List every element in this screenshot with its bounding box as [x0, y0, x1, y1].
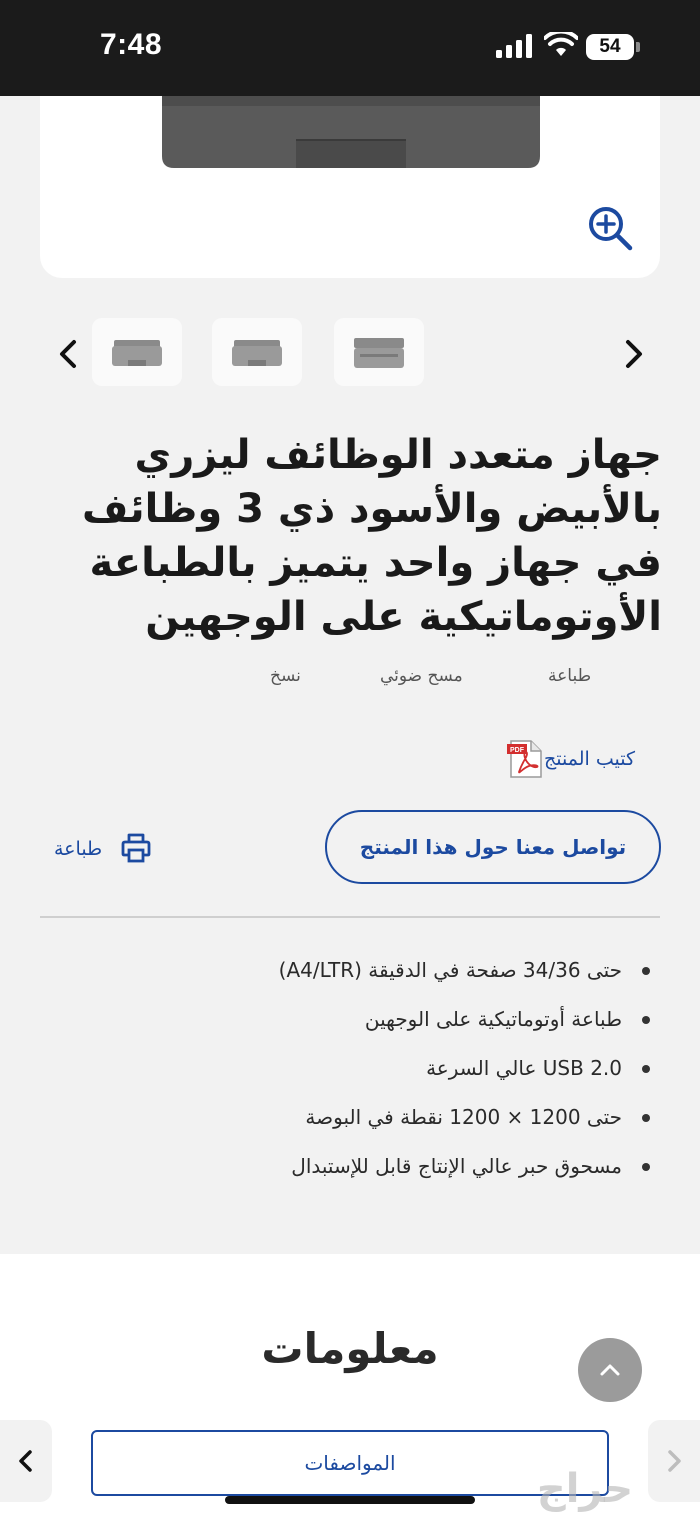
print-page-link[interactable]: طباعة: [52, 830, 162, 870]
thumbnail-2[interactable]: [212, 318, 302, 386]
printer-thumbnail-image: [112, 340, 162, 366]
feature-tag-print: طباعة: [548, 666, 592, 686]
pdf-icon: PDF: [507, 740, 542, 778]
status-time: 7:48: [100, 28, 163, 61]
battery-tip: [636, 42, 640, 52]
tab-scroll-left-button[interactable]: [0, 1420, 52, 1502]
print-label: طباعة: [54, 838, 103, 860]
spec-text: USB 2.0 عالي السرعة: [426, 1056, 622, 1080]
scroll-to-top-button[interactable]: [578, 1338, 642, 1402]
spec-text: حتى 34/36 صفحة في الدقيقة (A4/LTR): [278, 958, 622, 982]
product-image: [162, 96, 540, 168]
svg-text:PDF: PDF: [510, 747, 525, 754]
zoom-in-icon[interactable]: [586, 204, 634, 252]
section-divider: [40, 916, 660, 918]
feature-tag-copy: نسخ: [270, 666, 301, 686]
watermark-logo: حراج: [536, 1466, 634, 1512]
information-section: معلومات المواصفات حراج: [0, 1254, 700, 1518]
list-item: مسحوق حبر عالي الإنتاج قابل للإستبدال: [40, 1144, 654, 1193]
home-indicator[interactable]: [225, 1496, 475, 1504]
spec-text: طباعة أوتوماتيكية على الوجهين: [364, 1007, 622, 1031]
printer-thumbnail-image: [232, 340, 282, 366]
list-item: حتى 34/36 صفحة في الدقيقة (A4/LTR): [40, 948, 654, 997]
spec-text: مسحوق حبر عالي الإنتاج قابل للإستبدال: [291, 1154, 622, 1178]
spec-text: حتى 1200 × 1200 نقطة في البوصة: [305, 1105, 622, 1129]
battery-indicator: 54: [586, 34, 640, 60]
list-item: USB 2.0 عالي السرعة: [40, 1046, 654, 1095]
thumbnail-strip: [0, 318, 700, 390]
chevron-left-icon: [19, 1450, 32, 1472]
list-item: حتى 1200 × 1200 نقطة في البوصة: [40, 1095, 654, 1144]
thumbnail-3[interactable]: [334, 318, 424, 386]
product-title: جهاز متعدد الوظائف ليزري بالأبيض والأسود…: [82, 432, 662, 640]
manual-label: كتيب المنتج: [544, 748, 635, 770]
wifi-icon: [544, 32, 578, 56]
thumbnail-1[interactable]: [92, 318, 182, 386]
bullet: [642, 1114, 650, 1122]
product-image-card[interactable]: [40, 96, 660, 278]
battery-level: 54: [586, 34, 634, 60]
bullet: [642, 1016, 650, 1024]
feature-tag-scan: مسح ضوئي: [380, 666, 463, 686]
contact-about-product-button[interactable]: تواصل معنا حول هذا المنتج: [325, 810, 661, 884]
printer-thumbnail-image: [354, 338, 404, 368]
status-bar: 7:48 54: [0, 0, 700, 96]
product-manual-link[interactable]: كتيب المنتج PDF: [505, 740, 645, 778]
bullet: [642, 967, 650, 975]
spec-highlights-list: حتى 34/36 صفحة في الدقيقة (A4/LTR) طباعة…: [40, 948, 654, 1193]
chevron-left-icon[interactable]: [54, 336, 84, 372]
bullet: [642, 1065, 650, 1073]
chevron-right-icon[interactable]: [618, 336, 648, 372]
printer-icon: [121, 833, 151, 863]
chevron-up-icon: [600, 1364, 620, 1376]
list-item: طباعة أوتوماتيكية على الوجهين: [40, 997, 654, 1046]
signal-icon: [496, 34, 532, 58]
bullet: [642, 1163, 650, 1171]
